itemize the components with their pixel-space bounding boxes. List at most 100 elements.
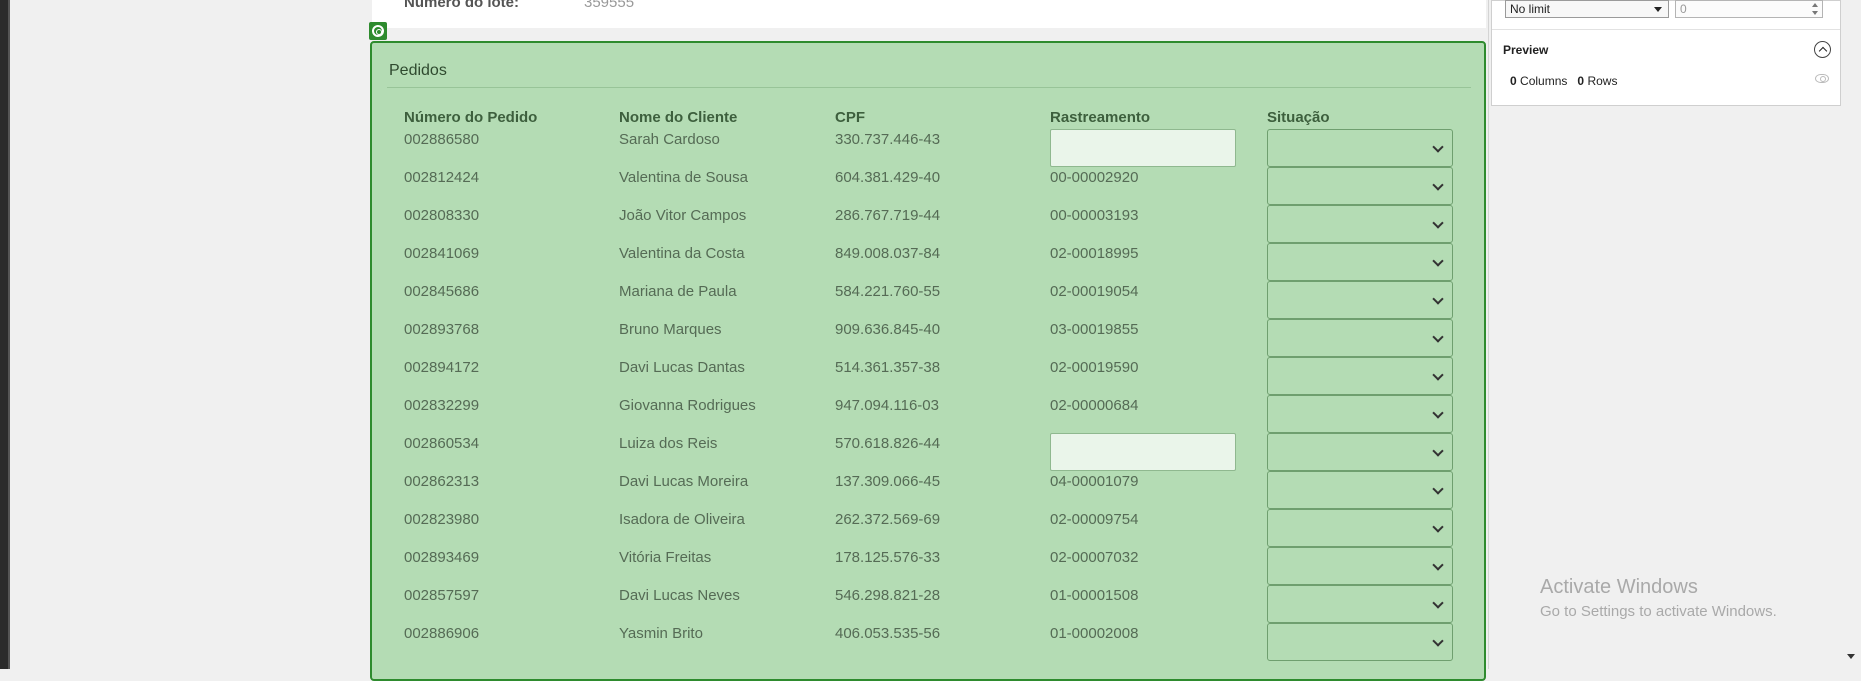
table-row: 002862313 Davi Lucas Moreira 137.309.066-4…	[372, 471, 1488, 511]
order-number: 002808330	[404, 207, 480, 224]
status-select[interactable]	[1267, 623, 1453, 661]
customer-cpf: 570.618.826-44	[835, 435, 941, 452]
customer-cpf: 604.381.429-40	[835, 169, 941, 186]
tracking-code: 02-00019590	[1050, 359, 1139, 376]
header-cpf: CPF	[835, 109, 865, 126]
table-row: 002860534 Luiza dos Reis 570.618.826-44	[372, 433, 1488, 473]
tracking-code: 00-00002920	[1050, 169, 1139, 186]
table-row: 002832299 Giovanna Rodrigues 947.094.116-0…	[372, 395, 1488, 435]
header-numero-pedido: Número do Pedido	[404, 109, 538, 126]
header-rastreamento: Rastreamento	[1050, 109, 1151, 126]
order-number: 002893768	[404, 321, 480, 338]
status-select[interactable]	[1267, 395, 1453, 433]
status-select[interactable]	[1267, 509, 1453, 547]
stepper-down-icon[interactable]	[1812, 11, 1818, 15]
table-row: 002886906 Yasmin Brito 406.053.535-56 01-00…	[372, 623, 1488, 663]
order-number: 002893469	[404, 549, 480, 566]
customer-name: Davi Lucas Neves	[619, 587, 740, 604]
order-number: 002832299	[404, 397, 480, 414]
target-icon[interactable]	[369, 22, 387, 40]
preview-card: No limit 0 Preview 0 Columns 0 Rows	[1491, 0, 1841, 106]
order-number: 002823980	[404, 511, 480, 528]
tracking-code: 02-00009754	[1050, 511, 1139, 528]
divider	[387, 87, 1471, 88]
columns-count: 0	[1510, 74, 1517, 88]
customer-cpf: 947.094.116-03	[835, 397, 939, 414]
scroll-down-icon[interactable]	[1847, 654, 1855, 659]
status-select[interactable]	[1267, 205, 1453, 243]
status-select[interactable]	[1267, 281, 1453, 319]
status-select[interactable]	[1267, 433, 1453, 471]
customer-cpf: 909.636.845-40	[835, 321, 941, 338]
header-nome-cliente: Nome do Cliente	[619, 109, 738, 126]
status-select[interactable]	[1267, 585, 1453, 623]
tracking-code: 02-00019054	[1050, 283, 1139, 300]
status-select[interactable]	[1267, 319, 1453, 357]
customer-name: Luiza dos Reis	[619, 435, 718, 452]
order-number: 002860534	[404, 435, 480, 452]
table-row: 002893768 Bruno Marques 909.636.845-40 03-0…	[372, 319, 1488, 359]
windows-watermark: Activate Windows Go to Settings to activ…	[1540, 576, 1777, 620]
preview-title: Preview	[1503, 43, 1549, 57]
customer-cpf: 262.372.569-69	[835, 511, 941, 528]
tracking-code: 04-00001079	[1050, 473, 1139, 490]
order-number: 002841069	[404, 245, 480, 262]
table-row: 002894172 Davi Lucas Dantas 514.361.357-38…	[372, 357, 1488, 397]
tracking-code: 02-00018995	[1050, 245, 1139, 262]
collapse-chevron-icon[interactable]	[1814, 41, 1831, 58]
status-select[interactable]	[1267, 547, 1453, 585]
batch-label: Número do lote:	[404, 0, 519, 11]
order-number: 002886580	[404, 131, 480, 148]
tracking-code: 02-00000684	[1050, 397, 1139, 414]
customer-cpf: 584.221.760-55	[835, 283, 941, 300]
preview-info: 0 Columns 0 Rows	[1510, 74, 1617, 88]
table-row: 002823980 Isadora de Oliveira 262.372.569-…	[372, 509, 1488, 549]
customer-name: João Vitor Campos	[619, 207, 747, 224]
customer-name: Mariana de Paula	[619, 283, 737, 300]
header-situacao: Situação	[1267, 109, 1330, 126]
status-select[interactable]	[1267, 471, 1453, 509]
table-row: 002857597 Davi Lucas Neves 546.298.821-28 0…	[372, 585, 1488, 625]
tracking-input[interactable]	[1050, 433, 1236, 471]
table-row: 002808330 João Vitor Campos 286.767.719-44…	[372, 205, 1488, 245]
customer-cpf: 178.125.576-33	[835, 549, 941, 566]
panel-title: Pedidos	[389, 62, 447, 79]
status-select[interactable]	[1267, 129, 1453, 167]
order-number: 002812424	[404, 169, 480, 186]
batch-value: 359555	[584, 0, 635, 11]
status-select[interactable]	[1267, 167, 1453, 205]
customer-name: Sarah Cardoso	[619, 131, 720, 148]
customer-cpf: 514.361.357-38	[835, 359, 941, 376]
tracking-code: 01-00001508	[1050, 587, 1139, 604]
customer-name: Valentina de Sousa	[619, 169, 748, 186]
status-select[interactable]	[1267, 357, 1453, 395]
batch-card: Número do lote: 359555	[372, 0, 1486, 28]
customer-name: Giovanna Rodrigues	[619, 397, 756, 414]
customer-name: Davi Lucas Moreira	[619, 473, 749, 490]
table-row: 002845686 Mariana de Paula 584.221.760-55 0…	[372, 281, 1488, 321]
order-number: 002886906	[404, 625, 480, 642]
tracking-code: 02-00007032	[1050, 549, 1139, 566]
stepper-up-icon[interactable]	[1812, 3, 1818, 7]
columns-label: Columns	[1520, 74, 1568, 88]
order-number: 002862313	[404, 473, 480, 490]
table-row: 002886580 Sarah Cardoso 330.737.446-43	[372, 129, 1488, 169]
offset-stepper[interactable]: 0	[1675, 0, 1823, 18]
customer-name: Valentina da Costa	[619, 245, 745, 262]
offset-value: 0	[1680, 2, 1687, 16]
tracking-code: 00-00003193	[1050, 207, 1139, 224]
order-number: 002857597	[404, 587, 480, 604]
customer-name: Vitória Freitas	[619, 549, 712, 566]
tracking-input[interactable]	[1050, 129, 1236, 167]
customer-cpf: 137.309.066-45	[835, 473, 941, 490]
status-select[interactable]	[1267, 243, 1453, 281]
tracking-code: 03-00019855	[1050, 321, 1139, 338]
divider	[1492, 29, 1840, 30]
right-pane: No limit 0 Preview 0 Columns 0 Rows	[1488, 0, 1861, 669]
table-row: 002893469 Vitória Freitas 178.125.576-33 02…	[372, 547, 1488, 587]
customer-cpf: 330.737.446-43	[835, 131, 941, 148]
limit-select[interactable]: No limit	[1505, 0, 1669, 18]
watermark-line1: Activate Windows	[1540, 576, 1698, 598]
eye-icon[interactable]	[1815, 74, 1829, 83]
limit-select-value: No limit	[1510, 2, 1551, 16]
